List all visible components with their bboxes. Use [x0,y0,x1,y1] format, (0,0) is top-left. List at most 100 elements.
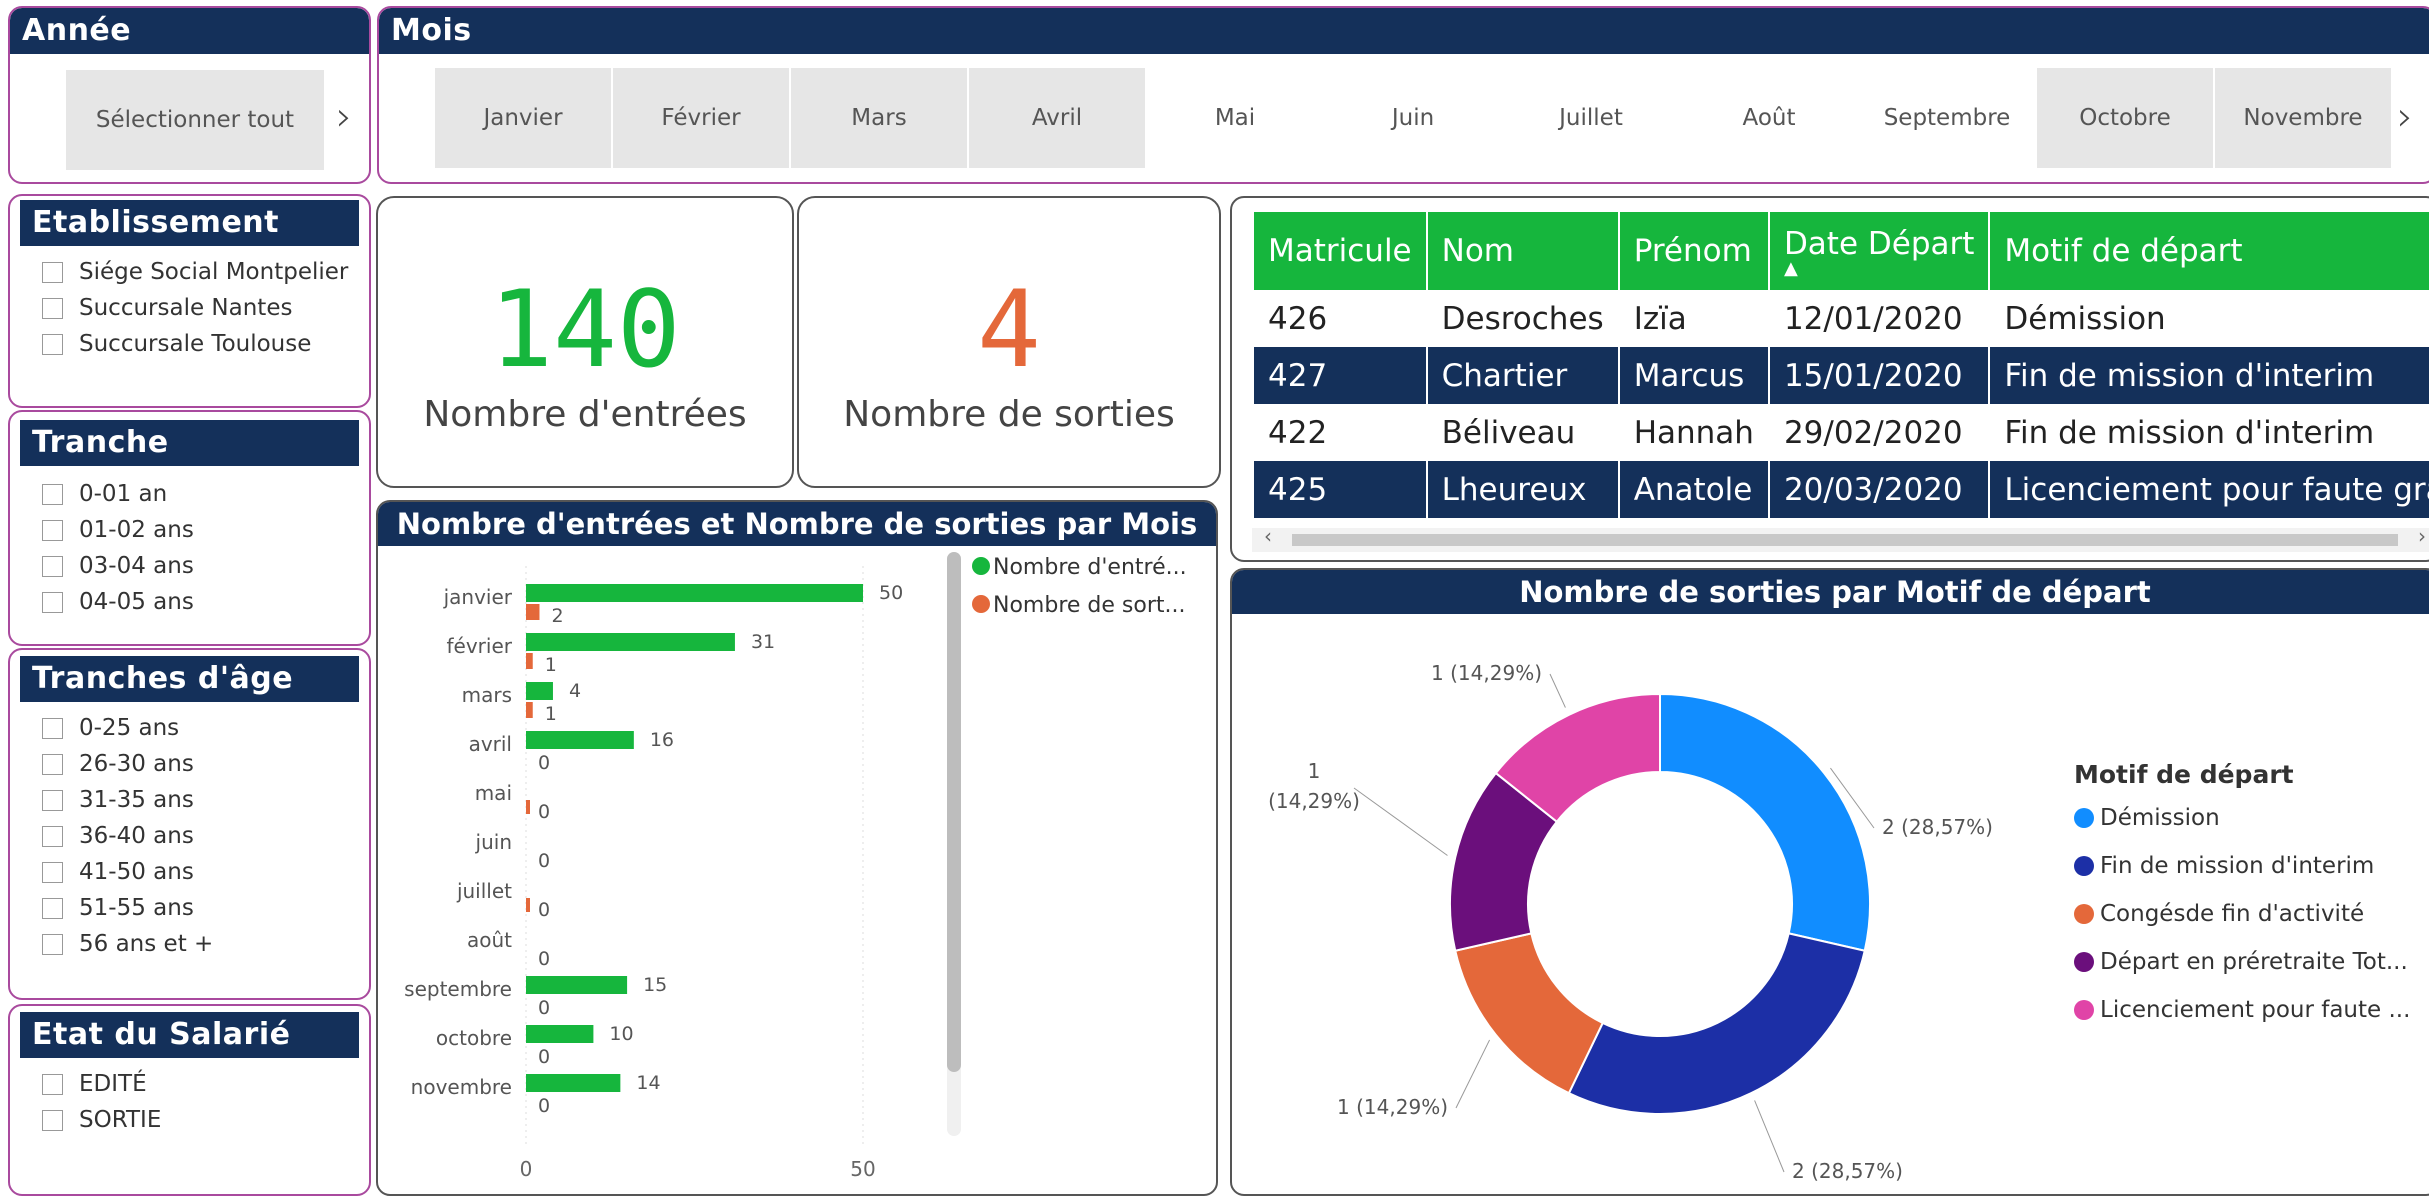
month-button-6[interactable]: Juin [1325,68,1501,168]
checkbox-icon[interactable] [42,333,63,355]
bar-entrees[interactable] [526,633,735,651]
checkbox-icon[interactable] [42,1073,63,1095]
category-label: septembre [404,977,512,1001]
etat-slicer: Etat du Salarié EDITÉ SORTIE [8,1004,371,1196]
age-option-3[interactable]: 31-35 ans [42,782,213,818]
month-button-3[interactable]: Mars [791,68,967,168]
month-button-9[interactable]: Septembre [1859,68,2035,168]
data-label-entrees: 31 [751,631,775,653]
bar-sorties[interactable] [526,604,540,620]
donut-slice[interactable] [1454,932,1605,1095]
legend-label: Nombre d'entré... [993,555,1187,580]
horizontal-scrollbar[interactable]: ‹ › [1252,524,2429,552]
legend-item[interactable]: Démission [2074,805,2410,831]
anciennete-option-1[interactable]: 0-01 an [42,476,194,512]
age-option-2[interactable]: 26-30 ans [42,746,213,782]
bar-chart-title: Nombre d'entrées et Nombre de sorties pa… [378,502,1216,546]
month-button-1[interactable]: Janvier [435,68,611,168]
bar-entrees[interactable] [526,682,553,700]
checkbox-icon[interactable] [42,717,63,739]
table-cell: Hannah [1617,404,1769,461]
checkbox-icon[interactable] [42,861,63,883]
checkbox-icon[interactable] [42,789,63,811]
bar-sorties[interactable] [526,702,533,718]
etab-option-3[interactable]: Succursale Toulouse [42,326,348,362]
bar-entrees[interactable] [526,976,628,994]
anciennete-option-2[interactable]: 01-02 ans [42,512,194,548]
table-cell: Béliveau [1425,404,1619,461]
table-row[interactable]: 425 Lheureux Anatole 20/03/2020 Licenciement… [1252,461,2429,518]
slice-label: 1 (14,29%) [1337,1095,1448,1119]
month-button-8[interactable]: Août [1681,68,1857,168]
checkbox-icon[interactable] [42,555,63,577]
month-button-5[interactable]: Mai [1147,68,1323,168]
month-button-10[interactable]: Octobre [2037,68,2213,168]
data-label-entrees: 10 [609,1023,633,1045]
legend-item[interactable]: Fin de mission d'interim [2074,853,2410,879]
chevron-right-icon[interactable]: › [336,94,352,140]
scroll-left-icon[interactable]: ‹ [1264,524,1272,548]
legend-item[interactable]: Départ en préretraite Tot... [2074,949,2410,975]
table-cell: 422 [1252,404,1427,461]
checkbox-icon[interactable] [42,825,63,847]
sort-ascending-icon[interactable]: ▲ [1784,260,1974,278]
anciennete-option-3[interactable]: 03-04 ans [42,548,194,584]
column-header-2[interactable]: Nom [1425,212,1619,290]
checkbox-icon[interactable] [42,753,63,775]
age-option-label: 31-35 ans [79,787,194,813]
bar-entrees[interactable] [526,1074,621,1092]
donut-slice[interactable] [1567,932,1866,1115]
checkbox-icon[interactable] [42,897,63,919]
table-row[interactable]: 422 Béliveau Hannah 29/02/2020 Fin de missio… [1252,404,2429,461]
checkbox-icon[interactable] [42,933,63,955]
table-cell: Démission [1988,290,2429,347]
bar-sorties[interactable] [526,898,530,912]
etat-option-2[interactable]: SORTIE [42,1102,161,1138]
checkbox-icon[interactable] [42,483,63,505]
month-button-2[interactable]: Février [613,68,789,168]
bar-entrees[interactable] [526,731,634,749]
checkbox-icon[interactable] [42,1109,63,1131]
checkbox-icon[interactable] [42,591,63,613]
bar-entrees[interactable] [526,584,863,602]
table-cell: Anatole [1617,461,1769,518]
column-header-1[interactable]: Matricule [1252,212,1427,290]
age-option-1[interactable]: 0-25 ans [42,710,213,746]
age-option-6[interactable]: 51-55 ans [42,890,213,926]
age-option-7[interactable]: 56 ans et + [42,926,213,962]
etab-option-1[interactable]: Siége Social Montpelier [42,254,348,290]
checkbox-icon[interactable] [42,519,63,541]
column-header-label: Motif de départ [2004,233,2243,269]
checkbox-icon[interactable] [42,297,63,319]
etat-option-1[interactable]: EDITÉ [42,1066,161,1102]
bar-entrees[interactable] [526,1025,594,1043]
age-option-label: 36-40 ans [79,823,194,849]
scrollbar-thumb[interactable] [1292,534,2398,546]
month-button-11[interactable]: Novembre [2215,68,2391,168]
data-label-entrees: 15 [643,974,667,996]
column-header-4[interactable]: Date Départ ▲ [1767,212,1990,290]
age-option-4[interactable]: 36-40 ans [42,818,213,854]
donut-slice[interactable] [1659,692,1871,952]
age-option-5[interactable]: 41-50 ans [42,854,213,890]
scroll-right-icon[interactable]: › [2418,524,2426,548]
legend-label: Démission [2100,805,2220,831]
table-row[interactable]: 426 Desroches Izïa 12/01/2020 Démission [1252,290,2429,347]
legend-scrollbar-thumb[interactable] [947,552,961,1072]
month-button-4[interactable]: Avril [969,68,1145,168]
column-header-5[interactable]: Motif de départ [1988,212,2429,290]
chevron-right-icon[interactable]: › [2397,94,2413,140]
checkbox-icon[interactable] [42,261,63,283]
column-header-3[interactable]: Prénom [1617,212,1769,290]
legend-item[interactable]: Congésde fin d'activité [2074,901,2410,927]
select-all-button[interactable]: Sélectionner tout [66,70,324,170]
anciennete-option-4[interactable]: 04-05 ans [42,584,194,620]
etab-option-2[interactable]: Succursale Nantes [42,290,348,326]
bar-sorties[interactable] [526,653,533,669]
bar-sorties[interactable] [526,800,530,814]
table-row[interactable]: 427 Chartier Marcus 15/01/2020 Fin de missio… [1252,347,2429,404]
legend-item[interactable]: Licenciement pour faute ... [2074,997,2410,1023]
legend-marker [972,557,990,575]
month-button-7[interactable]: Juillet [1503,68,1679,168]
kpi-sorties-card: 4 Nombre de sorties [797,196,1221,488]
